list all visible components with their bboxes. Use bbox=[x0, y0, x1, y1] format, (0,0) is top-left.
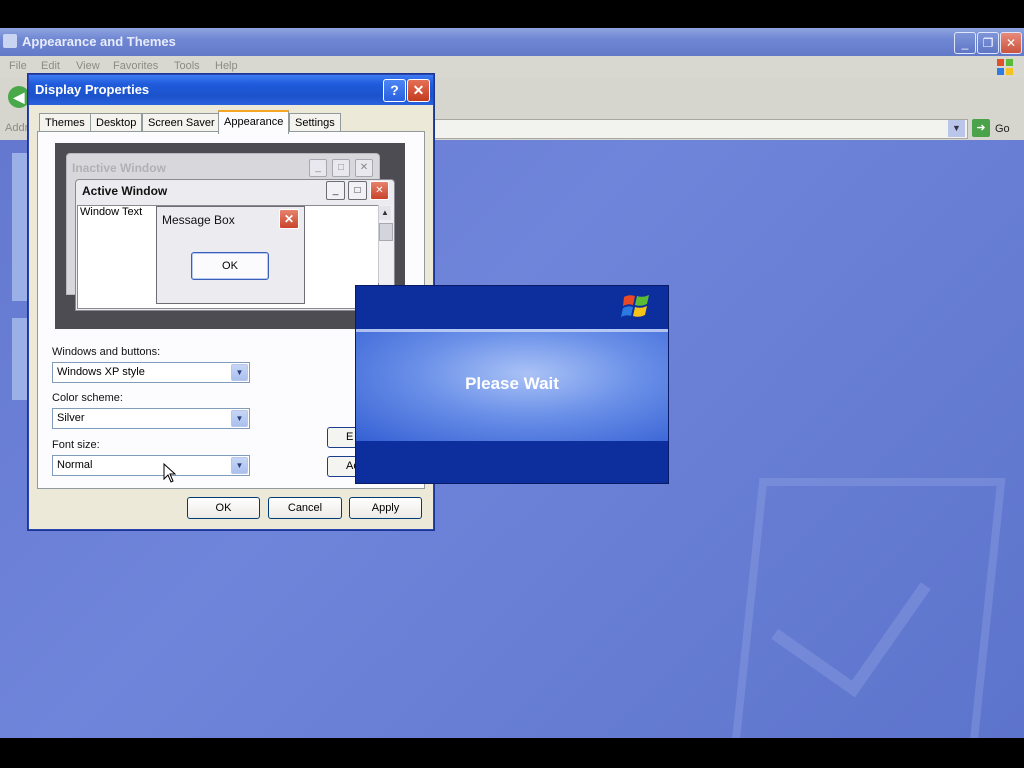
chevron-down-icon[interactable]: ▼ bbox=[948, 120, 965, 137]
tab-settings[interactable]: Settings bbox=[289, 113, 341, 132]
color-scheme-select[interactable]: Silver ▼ bbox=[52, 408, 250, 429]
back-arrow-icon[interactable]: ◀ bbox=[8, 86, 30, 108]
color-scheme-label: Color scheme: bbox=[52, 392, 123, 404]
minimize-icon[interactable]: _ bbox=[954, 32, 976, 54]
active-minimize-icon: _ bbox=[326, 181, 345, 200]
windows-xp-logo-icon bbox=[621, 292, 651, 322]
windows-and-buttons-label: Windows and buttons: bbox=[52, 346, 161, 358]
chevron-down-icon[interactable]: ▼ bbox=[231, 410, 248, 427]
color-scheme-value: Silver bbox=[57, 412, 85, 424]
active-close-icon: ✕ bbox=[370, 181, 389, 200]
font-size-label: Font size: bbox=[52, 439, 100, 451]
cancel-button[interactable]: Cancel bbox=[268, 497, 342, 519]
splash-bottom-band bbox=[356, 441, 668, 483]
inactive-minimize-icon: _ bbox=[309, 159, 327, 177]
font-size-select[interactable]: Normal ▼ bbox=[52, 455, 250, 476]
chevron-down-icon[interactable]: ▼ bbox=[231, 457, 248, 474]
menu-tools[interactable]: Tools bbox=[174, 60, 200, 72]
please-wait-message: Please Wait bbox=[465, 374, 559, 393]
close-icon[interactable]: ✕ bbox=[1000, 32, 1022, 54]
please-wait-splash: Please Wait bbox=[355, 285, 669, 484]
menu-help[interactable]: Help bbox=[215, 60, 238, 72]
active-window-title: Active Window bbox=[82, 184, 168, 198]
tab-themes[interactable]: Themes bbox=[39, 113, 91, 132]
windows-and-buttons-select[interactable]: Windows XP style ▼ bbox=[52, 362, 250, 383]
ok-button[interactable]: OK bbox=[187, 497, 260, 519]
apply-button[interactable]: Apply bbox=[349, 497, 422, 519]
chevron-down-icon[interactable]: ▼ bbox=[231, 364, 248, 381]
menu-view[interactable]: View bbox=[76, 60, 100, 72]
tab-desktop[interactable]: Desktop bbox=[90, 113, 143, 132]
message-box-title: Message Box bbox=[162, 213, 235, 227]
menu-favorites[interactable]: Favorites bbox=[113, 60, 158, 72]
menu-edit[interactable]: Edit bbox=[41, 60, 60, 72]
scroll-up-arrow-icon: ▲ bbox=[379, 206, 391, 220]
window-text: Window Text bbox=[80, 206, 143, 218]
restore-icon[interactable]: ❐ bbox=[977, 32, 999, 54]
scroll-thumb bbox=[379, 223, 393, 241]
inactive-close-icon: ✕ bbox=[355, 159, 373, 177]
font-size-value: Normal bbox=[57, 459, 93, 471]
menu-file[interactable]: File bbox=[9, 60, 27, 72]
inactive-maximize-icon: □ bbox=[332, 159, 350, 177]
inactive-window-title: Inactive Window bbox=[72, 161, 166, 175]
mouse-cursor-icon bbox=[163, 462, 177, 483]
active-maximize-icon: □ bbox=[348, 181, 367, 200]
explorer-title: Appearance and Themes bbox=[22, 34, 176, 49]
address-label: Addr bbox=[5, 122, 29, 134]
message-box-ok-button: OK bbox=[191, 252, 269, 280]
dialog-close-icon[interactable]: ✕ bbox=[407, 79, 430, 102]
go-button-label[interactable]: Go bbox=[995, 123, 1010, 135]
go-arrow-icon[interactable]: ➜ bbox=[972, 119, 990, 137]
tab-appearance[interactable]: Appearance bbox=[218, 110, 290, 134]
address-input[interactable] bbox=[432, 119, 968, 139]
splash-highlight bbox=[356, 329, 668, 332]
message-box-close-icon: ✕ bbox=[279, 209, 299, 229]
windows-and-buttons-value: Windows XP style bbox=[57, 366, 145, 378]
windows-flag-icon bbox=[996, 58, 1014, 76]
tab-screen-saver[interactable]: Screen Saver bbox=[142, 113, 221, 132]
control-panel-icon bbox=[3, 34, 17, 48]
dialog-title: Display Properties bbox=[35, 82, 150, 97]
help-icon[interactable]: ? bbox=[383, 79, 406, 102]
